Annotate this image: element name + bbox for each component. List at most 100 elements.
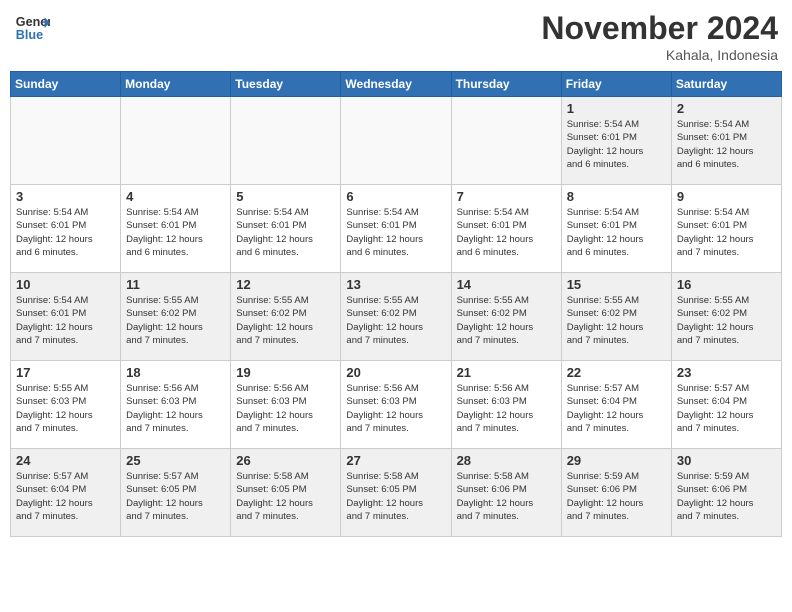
day-number: 7 [457,189,556,204]
day-number: 25 [126,453,225,468]
weekday-header: Thursday [451,72,561,97]
calendar-day-cell: 30 Sunrise: 5:59 AMSunset: 6:06 PMDayligh… [671,449,781,537]
day-number: 8 [567,189,666,204]
day-number: 17 [16,365,115,380]
day-info: Sunrise: 5:54 AMSunset: 6:01 PMDaylight:… [16,206,115,259]
day-number: 12 [236,277,335,292]
day-number: 21 [457,365,556,380]
day-info: Sunrise: 5:55 AMSunset: 6:02 PMDaylight:… [236,294,335,347]
day-number: 4 [126,189,225,204]
calendar-day-cell: 4 Sunrise: 5:54 AMSunset: 6:01 PMDaylight… [121,185,231,273]
calendar-day-cell: 20Sunrise: 5:56 AMSunset: 6:03 PMDayligh… [341,361,451,449]
calendar-day-cell: 16 Sunrise: 5:55 AMSunset: 6:02 PMDayligh… [671,273,781,361]
calendar-day-cell: 26 Sunrise: 5:58 AMSunset: 6:05 PMDayligh… [231,449,341,537]
day-info: Sunrise: 5:57 AMSunset: 6:04 PMDaylight:… [567,382,666,435]
calendar-day-cell: 9Sunrise: 5:54 AMSunset: 6:01 PMDaylight… [671,185,781,273]
day-number: 19 [236,365,335,380]
day-info: Sunrise: 5:54 AMSunset: 6:01 PMDaylight:… [236,206,335,259]
location: Kahala, Indonesia [541,47,778,63]
calendar-day-cell: 27 Sunrise: 5:58 AMSunset: 6:05 PMDayligh… [341,449,451,537]
day-number: 6 [346,189,445,204]
calendar-day-cell: 22 Sunrise: 5:57 AMSunset: 6:04 PMDayligh… [561,361,671,449]
calendar-day-cell: 13 Sunrise: 5:55 AMSunset: 6:02 PMDayligh… [341,273,451,361]
day-number: 15 [567,277,666,292]
day-info: Sunrise: 5:57 AMSunset: 6:05 PMDaylight:… [126,470,225,523]
weekday-header: Sunday [11,72,121,97]
calendar-day-cell: 18 Sunrise: 5:56 AMSunset: 6:03 PMDayligh… [121,361,231,449]
day-info: Sunrise: 5:54 AMSunset: 6:01 PMDaylight:… [346,206,445,259]
day-info: Sunrise: 5:55 AMSunset: 6:02 PMDaylight:… [346,294,445,347]
day-number: 16 [677,277,776,292]
day-info: Sunrise: 5:56 AMSunset: 6:03 PMDaylight:… [236,382,335,435]
calendar-day-cell [341,97,451,185]
calendar-week-row: 17Sunrise: 5:55 AMSunset: 6:03 PMDayligh… [11,361,782,449]
day-info: Sunrise: 5:56 AMSunset: 6:03 PMDaylight:… [346,382,445,435]
day-number: 23 [677,365,776,380]
logo-icon: General Blue [14,10,50,46]
weekday-header: Tuesday [231,72,341,97]
day-number: 13 [346,277,445,292]
calendar-day-cell: 25 Sunrise: 5:57 AMSunset: 6:05 PMDayligh… [121,449,231,537]
calendar-day-cell [231,97,341,185]
day-info: Sunrise: 5:54 AMSunset: 6:01 PMDaylight:… [126,206,225,259]
svg-text:Blue: Blue [16,28,43,42]
calendar-day-cell: 8 Sunrise: 5:54 AMSunset: 6:01 PMDaylight… [561,185,671,273]
calendar-day-cell: 17Sunrise: 5:55 AMSunset: 6:03 PMDayligh… [11,361,121,449]
weekday-header: Wednesday [341,72,451,97]
day-number: 22 [567,365,666,380]
day-number: 5 [236,189,335,204]
calendar-day-cell [11,97,121,185]
day-number: 30 [677,453,776,468]
day-number: 28 [457,453,556,468]
day-number: 24 [16,453,115,468]
day-number: 26 [236,453,335,468]
day-number: 3 [16,189,115,204]
day-number: 10 [16,277,115,292]
calendar-day-cell [451,97,561,185]
calendar-day-cell: 12 Sunrise: 5:55 AMSunset: 6:02 PMDayligh… [231,273,341,361]
day-info: Sunrise: 5:58 AMSunset: 6:05 PMDaylight:… [346,470,445,523]
day-info: Sunrise: 5:56 AMSunset: 6:03 PMDaylight:… [457,382,556,435]
day-info: Sunrise: 5:57 AMSunset: 6:04 PMDaylight:… [677,382,776,435]
calendar-week-row: 1 Sunrise: 5:54 AMSunset: 6:01 PMDaylight… [11,97,782,185]
weekday-header: Friday [561,72,671,97]
calendar-week-row: 3 Sunrise: 5:54 AMSunset: 6:01 PMDaylight… [11,185,782,273]
day-number: 29 [567,453,666,468]
calendar-day-cell: 24 Sunrise: 5:57 AMSunset: 6:04 PMDayligh… [11,449,121,537]
day-info: Sunrise: 5:54 AMSunset: 6:01 PMDaylight:… [567,206,666,259]
calendar-day-cell: 1 Sunrise: 5:54 AMSunset: 6:01 PMDaylight… [561,97,671,185]
weekday-header: Saturday [671,72,781,97]
calendar-table: SundayMondayTuesdayWednesdayThursdayFrid… [10,71,782,537]
day-info: Sunrise: 5:59 AMSunset: 6:06 PMDaylight:… [567,470,666,523]
day-info: Sunrise: 5:59 AMSunset: 6:06 PMDaylight:… [677,470,776,523]
calendar-day-cell: 14Sunrise: 5:55 AMSunset: 6:02 PMDayligh… [451,273,561,361]
calendar-day-cell: 10Sunrise: 5:54 AMSunset: 6:01 PMDayligh… [11,273,121,361]
month-title: November 2024 [541,10,778,47]
calendar-day-cell: 5 Sunrise: 5:54 AMSunset: 6:01 PMDaylight… [231,185,341,273]
calendar-day-cell: 19 Sunrise: 5:56 AMSunset: 6:03 PMDayligh… [231,361,341,449]
calendar-day-cell: 11Sunrise: 5:55 AMSunset: 6:02 PMDayligh… [121,273,231,361]
calendar-day-cell: 15Sunrise: 5:55 AMSunset: 6:02 PMDayligh… [561,273,671,361]
calendar-day-cell [121,97,231,185]
calendar-day-cell: 3 Sunrise: 5:54 AMSunset: 6:01 PMDaylight… [11,185,121,273]
day-number: 18 [126,365,225,380]
day-info: Sunrise: 5:54 AMSunset: 6:01 PMDaylight:… [567,118,666,171]
day-info: Sunrise: 5:57 AMSunset: 6:04 PMDaylight:… [16,470,115,523]
page-header: General Blue November 2024 Kahala, Indon… [10,10,782,63]
calendar-day-cell: 29 Sunrise: 5:59 AMSunset: 6:06 PMDayligh… [561,449,671,537]
day-info: Sunrise: 5:58 AMSunset: 6:05 PMDaylight:… [236,470,335,523]
logo: General Blue [14,10,50,46]
calendar-day-cell: 23 Sunrise: 5:57 AMSunset: 6:04 PMDayligh… [671,361,781,449]
calendar-day-cell: 7Sunrise: 5:54 AMSunset: 6:01 PMDaylight… [451,185,561,273]
day-number: 14 [457,277,556,292]
day-number: 2 [677,101,776,116]
day-number: 1 [567,101,666,116]
day-info: Sunrise: 5:58 AMSunset: 6:06 PMDaylight:… [457,470,556,523]
day-info: Sunrise: 5:55 AMSunset: 6:02 PMDaylight:… [677,294,776,347]
weekday-header: Monday [121,72,231,97]
calendar-week-row: 24 Sunrise: 5:57 AMSunset: 6:04 PMDayligh… [11,449,782,537]
day-info: Sunrise: 5:56 AMSunset: 6:03 PMDaylight:… [126,382,225,435]
day-info: Sunrise: 5:54 AMSunset: 6:01 PMDaylight:… [677,206,776,259]
header-row: SundayMondayTuesdayWednesdayThursdayFrid… [11,72,782,97]
day-number: 27 [346,453,445,468]
